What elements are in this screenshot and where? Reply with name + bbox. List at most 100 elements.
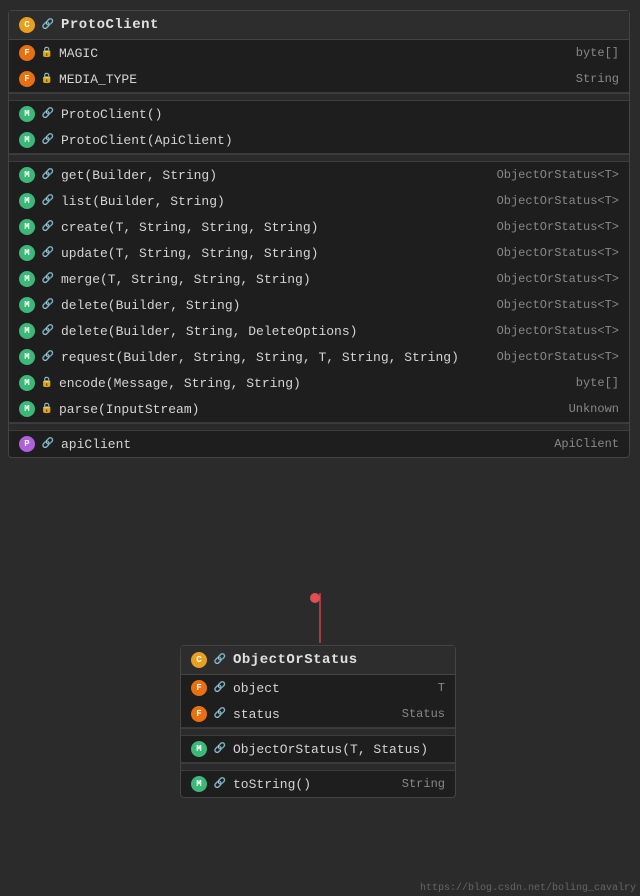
connection-dot: [310, 593, 320, 603]
oos-field-object-type: T: [438, 681, 445, 695]
constructor-no-arg-badge: M: [19, 106, 35, 122]
oos-field-object-badge: F: [191, 680, 207, 696]
method-delete2[interactable]: M 🔗 delete(Builder, String, DeleteOption…: [9, 318, 629, 344]
protoclient-methods-section: M 🔗 get(Builder, String) ObjectOrStatus<…: [9, 162, 629, 423]
method-merge-type: ObjectOrStatus<T>: [497, 272, 619, 286]
oos-divider-1: [181, 728, 455, 736]
method-list-name: list(Builder, String): [61, 194, 491, 209]
method-get-link: 🔗: [41, 168, 55, 182]
oos-field-status-type: Status: [402, 707, 445, 721]
method-merge[interactable]: M 🔗 merge(T, String, String, String) Obj…: [9, 266, 629, 292]
field-media-type-type: String: [576, 72, 619, 86]
method-create-type: ObjectOrStatus<T>: [497, 220, 619, 234]
method-parse-type: Unknown: [569, 402, 619, 416]
constructor-no-arg-name: ProtoClient(): [61, 107, 619, 122]
method-request-badge: M: [19, 349, 35, 365]
oos-field-status-badge: F: [191, 706, 207, 722]
method-create-link: 🔗: [41, 220, 55, 234]
method-update-badge: M: [19, 245, 35, 261]
constructor-apiclient-badge: M: [19, 132, 35, 148]
property-apiclient-badge: P: [19, 436, 35, 452]
oos-field-object[interactable]: F 🔗 object T: [181, 675, 455, 701]
constructor-apiclient[interactable]: M 🔗 ProtoClient(ApiClient): [9, 127, 629, 153]
objectorstatus-card: C 🔗 ObjectOrStatus F 🔗 object T F 🔗 stat…: [180, 645, 456, 798]
oos-field-status[interactable]: F 🔗 status Status: [181, 701, 455, 727]
oos-constructor-badge: M: [191, 741, 207, 757]
protoclient-class-badge: C: [19, 17, 35, 33]
field-media-type-badge: F: [19, 71, 35, 87]
constructor-no-arg[interactable]: M 🔗 ProtoClient(): [9, 101, 629, 127]
divider-3: [9, 423, 629, 431]
constructor-no-arg-link: 🔗: [41, 107, 55, 121]
constructor-apiclient-link: 🔗: [41, 133, 55, 147]
method-create[interactable]: M 🔗 create(T, String, String, String) Ob…: [9, 214, 629, 240]
method-update-type: ObjectOrStatus<T>: [497, 246, 619, 260]
oos-field-object-name: object: [233, 681, 432, 696]
method-encode-lock: 🔒: [41, 377, 53, 389]
objectorstatus-methods-section: M 🔗 toString() String: [181, 771, 455, 797]
method-merge-badge: M: [19, 271, 35, 287]
method-delete2-link: 🔗: [41, 324, 55, 338]
constructor-apiclient-name: ProtoClient(ApiClient): [61, 133, 619, 148]
objectorstatus-constructors-section: M 🔗 ObjectOrStatus(T, Status): [181, 736, 455, 763]
oos-method-tostring-link: 🔗: [213, 777, 227, 791]
method-list-badge: M: [19, 193, 35, 209]
method-update[interactable]: M 🔗 update(T, String, String, String) Ob…: [9, 240, 629, 266]
oos-method-tostring-type: String: [402, 777, 445, 791]
protoclient-header: C 🔗 ProtoClient: [9, 11, 629, 40]
divider-2: [9, 154, 629, 162]
oos-constructor[interactable]: M 🔗 ObjectOrStatus(T, Status): [181, 736, 455, 762]
oos-method-tostring[interactable]: M 🔗 toString() String: [181, 771, 455, 797]
method-request-link: 🔗: [41, 350, 55, 364]
oos-field-object-link: 🔗: [213, 681, 227, 695]
property-apiclient-type: ApiClient: [554, 437, 619, 451]
protoclient-link-icon: 🔗: [41, 18, 55, 32]
method-request-name: request(Builder, String, String, T, Stri…: [61, 350, 491, 365]
method-create-badge: M: [19, 219, 35, 235]
method-create-name: create(T, String, String, String): [61, 220, 491, 235]
objectorstatus-class-badge: C: [191, 652, 207, 668]
method-list[interactable]: M 🔗 list(Builder, String) ObjectOrStatus…: [9, 188, 629, 214]
property-apiclient[interactable]: P 🔗 apiClient ApiClient: [9, 431, 629, 457]
method-get-name: get(Builder, String): [61, 168, 491, 183]
method-parse-badge: M: [19, 401, 35, 417]
method-delete1-name: delete(Builder, String): [61, 298, 491, 313]
field-magic[interactable]: F 🔒 MAGIC byte[]: [9, 40, 629, 66]
property-apiclient-name: apiClient: [61, 437, 548, 452]
method-parse[interactable]: M 🔒 parse(InputStream) Unknown: [9, 396, 629, 422]
oos-method-tostring-badge: M: [191, 776, 207, 792]
oos-method-tostring-name: toString(): [233, 777, 396, 792]
divider-1: [9, 93, 629, 101]
objectorstatus-header: C 🔗 ObjectOrStatus: [181, 646, 455, 675]
objectorstatus-link-icon: 🔗: [213, 653, 227, 667]
diagram-container: C 🔗 ProtoClient F 🔒 MAGIC byte[] F 🔒 MED…: [0, 0, 640, 896]
method-encode-name: encode(Message, String, String): [59, 376, 570, 391]
objectorstatus-fields-section: F 🔗 object T F 🔗 status Status: [181, 675, 455, 728]
field-magic-type: byte[]: [576, 46, 619, 60]
protoclient-constructors-section: M 🔗 ProtoClient() M 🔗 ProtoClient(ApiCli…: [9, 101, 629, 154]
field-media-type[interactable]: F 🔒 MEDIA_TYPE String: [9, 66, 629, 92]
method-encode[interactable]: M 🔒 encode(Message, String, String) byte…: [9, 370, 629, 396]
field-magic-badge: F: [19, 45, 35, 61]
watermark: https://blog.csdn.net/boling_cavalry: [420, 883, 636, 894]
method-request-type: ObjectOrStatus<T>: [497, 350, 619, 364]
oos-constructor-link: 🔗: [213, 742, 227, 756]
method-parse-name: parse(InputStream): [59, 402, 563, 417]
method-merge-link: 🔗: [41, 272, 55, 286]
method-delete2-name: delete(Builder, String, DeleteOptions): [61, 324, 491, 339]
field-magic-name: MAGIC: [59, 46, 570, 61]
oos-constructor-name: ObjectOrStatus(T, Status): [233, 742, 445, 757]
field-media-type-name: MEDIA_TYPE: [59, 72, 570, 87]
method-delete2-type: ObjectOrStatus<T>: [497, 324, 619, 338]
method-delete1[interactable]: M 🔗 delete(Builder, String) ObjectOrStat…: [9, 292, 629, 318]
oos-field-status-name: status: [233, 707, 396, 722]
objectorstatus-title: ObjectOrStatus: [233, 652, 358, 668]
method-delete1-link: 🔗: [41, 298, 55, 312]
protoclient-properties-section: P 🔗 apiClient ApiClient: [9, 431, 629, 457]
method-delete2-badge: M: [19, 323, 35, 339]
method-request[interactable]: M 🔗 request(Builder, String, String, T, …: [9, 344, 629, 370]
method-list-link: 🔗: [41, 194, 55, 208]
method-get[interactable]: M 🔗 get(Builder, String) ObjectOrStatus<…: [9, 162, 629, 188]
protoclient-card: C 🔗 ProtoClient F 🔒 MAGIC byte[] F 🔒 MED…: [8, 10, 630, 458]
method-get-type: ObjectOrStatus<T>: [497, 168, 619, 182]
